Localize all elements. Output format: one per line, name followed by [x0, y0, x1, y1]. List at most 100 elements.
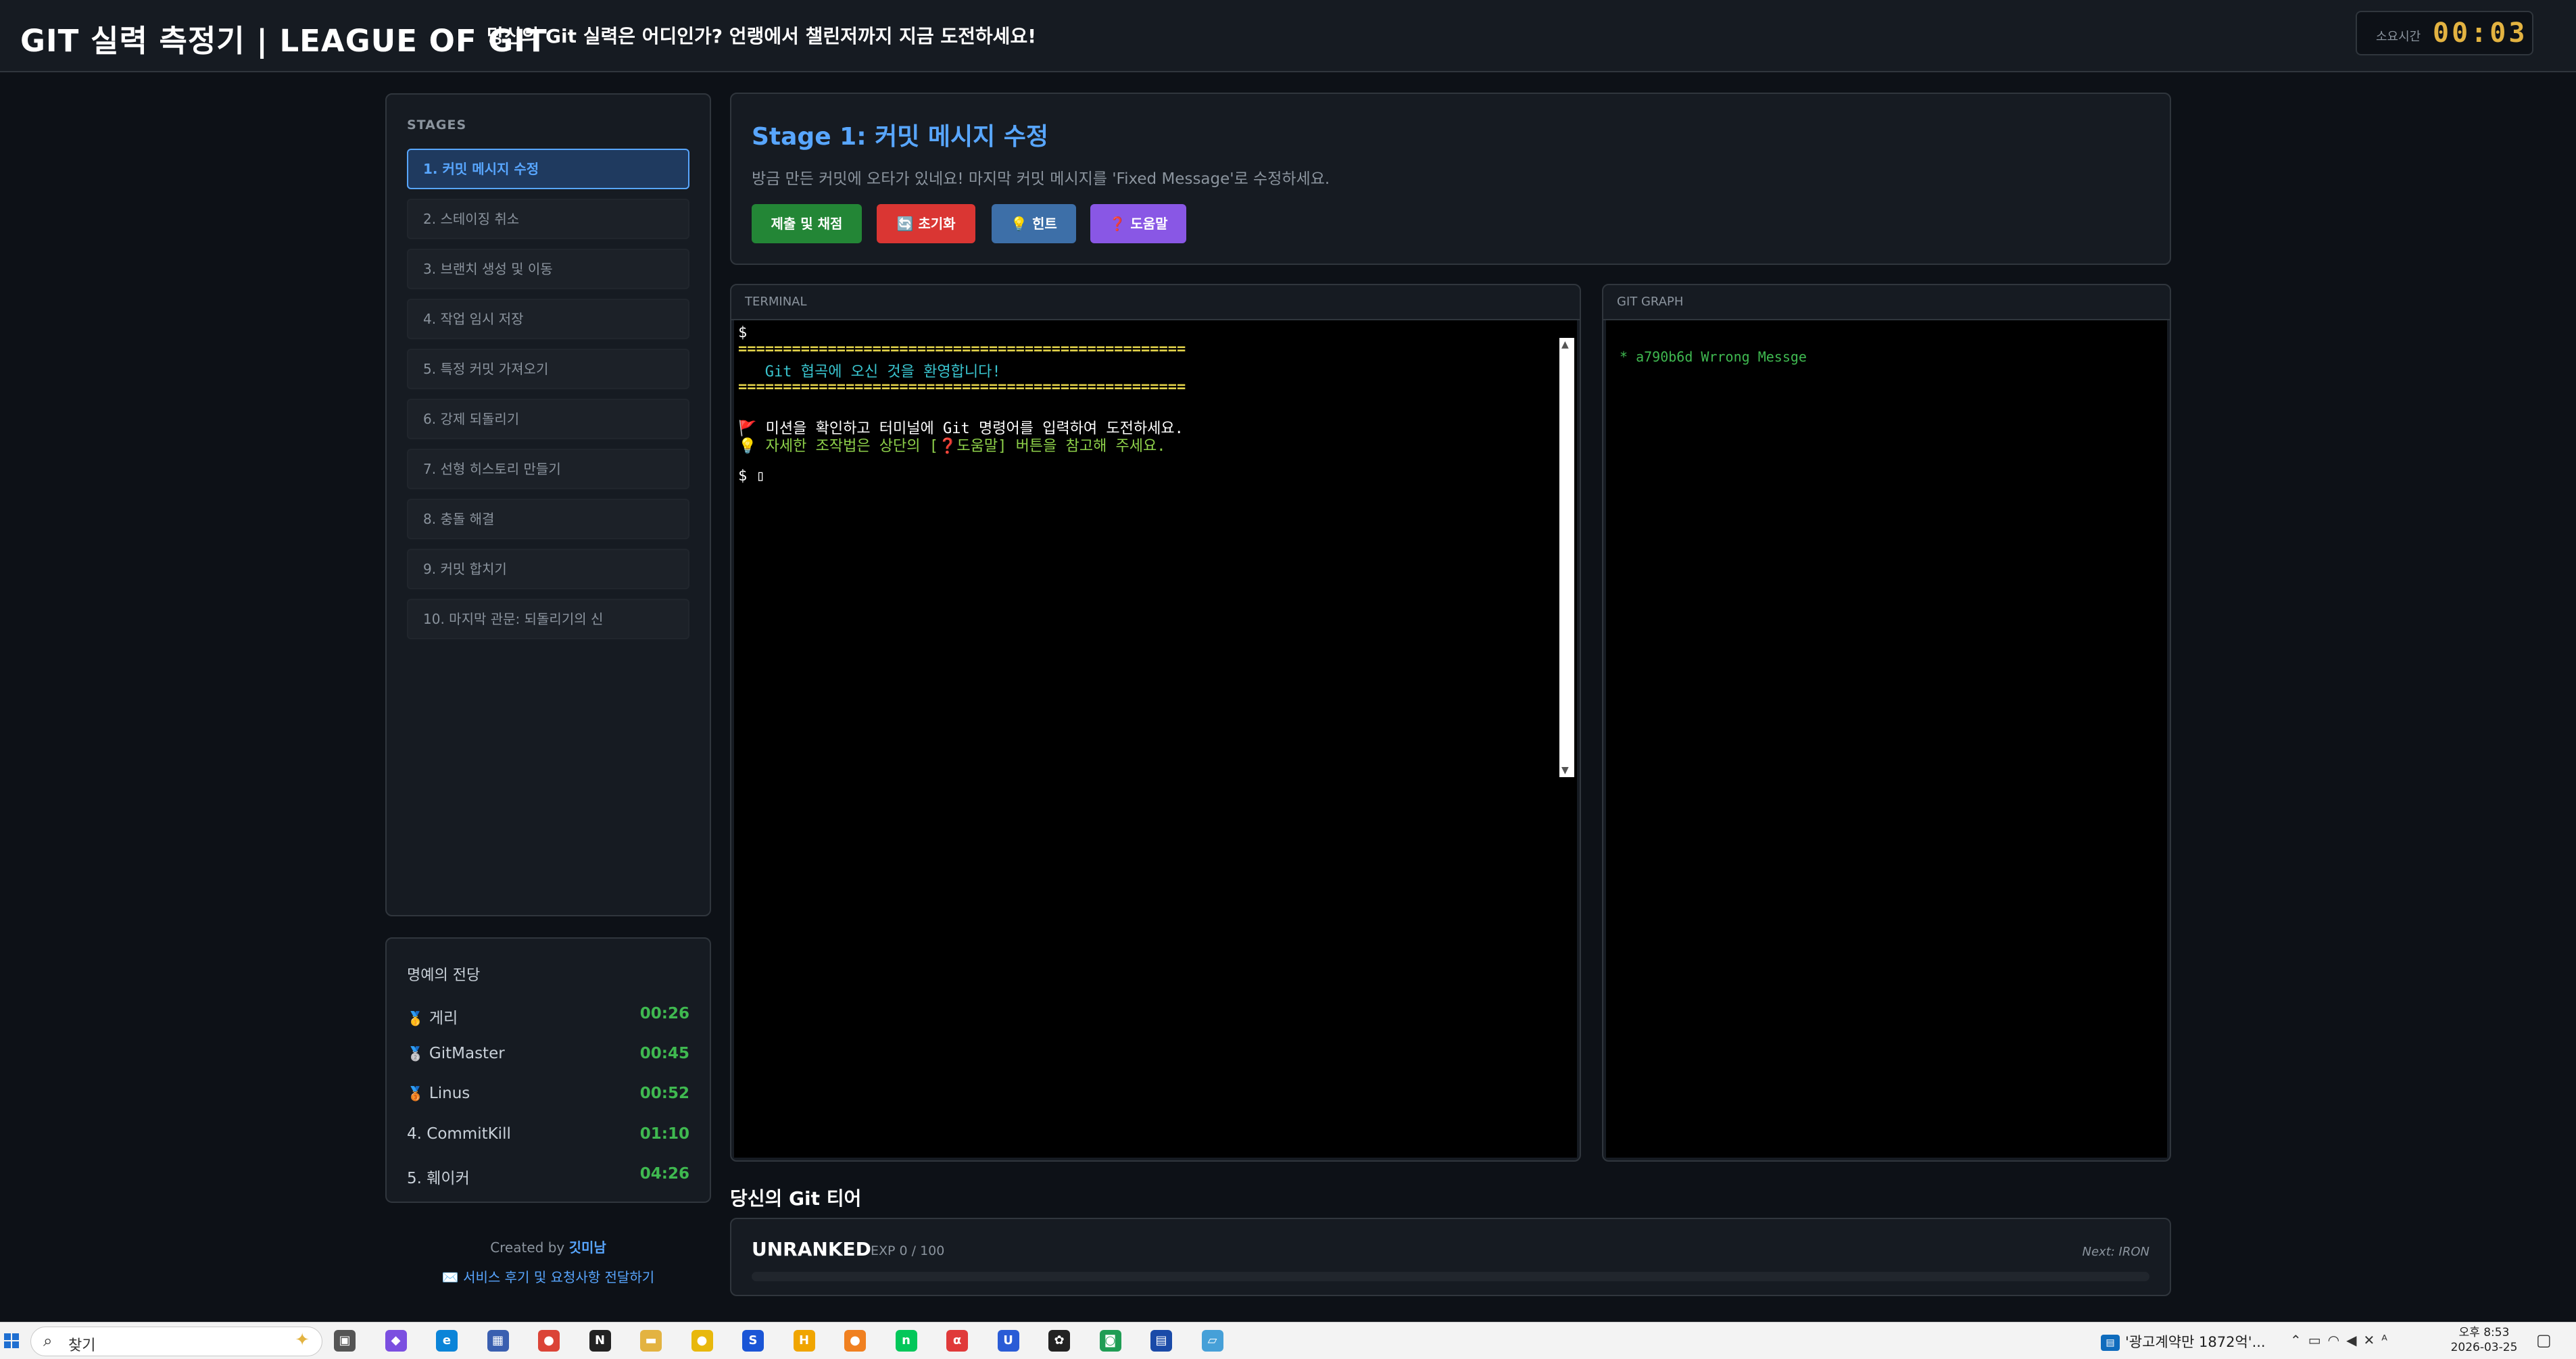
stage-item-4[interactable]: 4. 작업 임시 저장: [407, 299, 689, 339]
terminal-line: $: [738, 324, 748, 341]
u-app-icon[interactable]: U: [997, 1330, 1019, 1352]
mission-panel: Stage 1: 커밋 메시지 수정 방금 만든 커밋에 오타가 있네요! 마지…: [730, 93, 2171, 265]
app-tagline: 당신의 Git 실력은 어디인가? 언랭에서 챌린저까지 지금 도전하세요!: [487, 25, 1036, 47]
leaderboard-time: 01:10: [639, 1125, 689, 1143]
notepad-icon[interactable]: ▱: [1201, 1330, 1223, 1352]
next-tier: Next: IRON: [2082, 1245, 2149, 1259]
stage-description: 방금 만든 커밋에 오타가 있네요! 마지막 커밋 메시지를 'Fixed Me…: [752, 170, 1330, 188]
hint-button[interactable]: 💡 힌트: [992, 204, 1076, 243]
app-green-icon[interactable]: ◙: [1099, 1330, 1121, 1352]
copilot-icon[interactable]: ◆: [385, 1330, 407, 1352]
credit-prefix: Created by: [490, 1239, 565, 1256]
feedback-link[interactable]: ✉️ 서비스 후기 및 요청사항 전달하기: [385, 1266, 711, 1286]
terminal-screen[interactable]: $ ======================================…: [734, 320, 1577, 1158]
search-label: 찾기: [68, 1337, 96, 1354]
terminal-line: 💡 자세한 조작법은 상단의 [❓도움말] 버튼을 참고해 주세요.: [738, 438, 1166, 455]
edge-icon[interactable]: e: [436, 1330, 458, 1352]
terminal-label: TERMINAL: [731, 285, 1580, 320]
leaderboard-name: GitMaster: [429, 1045, 505, 1062]
chatgpt-icon[interactable]: ✿: [1048, 1330, 1070, 1352]
stage-item-8[interactable]: 8. 충돌 해결: [407, 499, 689, 539]
terminal-prompt[interactable]: $ ▯: [738, 468, 765, 485]
leaderboard-time: 00:45: [639, 1045, 689, 1062]
hall-of-fame-title: 명예의 전당: [407, 967, 481, 984]
leaderboard-time: 00:26: [639, 1005, 689, 1022]
exp-progress-bar: [752, 1272, 2149, 1281]
doc-app-icon[interactable]: ▤: [1150, 1330, 1172, 1352]
chrome-icon[interactable]: ●: [538, 1330, 560, 1352]
reset-button[interactable]: 🔄 초기화: [877, 204, 975, 243]
clock-time: 오후 8:53: [2458, 1326, 2510, 1339]
kakao-icon[interactable]: ●: [691, 1330, 713, 1352]
search-icon: ⌕: [43, 1331, 53, 1350]
git-graph-label: GIT GRAPH: [1603, 285, 2170, 320]
terminal-line: ========================================…: [738, 378, 1186, 395]
taskbar-search[interactable]: ⌕ 찾기 ✦: [30, 1327, 322, 1356]
leaderboard-row: 🥉 Linus 00:52: [407, 1085, 689, 1112]
scroll-down-icon[interactable]: ▼: [1561, 765, 1569, 776]
stage-item-5[interactable]: 5. 특정 커밋 가져오기: [407, 349, 689, 389]
leaderboard-name: 4. CommitKill: [407, 1125, 511, 1143]
calculator-icon[interactable]: ▦: [487, 1330, 509, 1352]
git-graph-screen: * a790b6d Wrrong Messge: [1606, 320, 2167, 1158]
app-title: GIT 실력 측정기 | LEAGUE OF GIT: [20, 23, 548, 59]
notion-icon[interactable]: N: [589, 1330, 611, 1352]
stage-item-3[interactable]: 3. 브랜치 생성 및 이동: [407, 249, 689, 289]
tier-rank: UNRANKED: [752, 1238, 871, 1260]
stages-title: STAGES: [407, 118, 467, 132]
timer-value: 00:03: [2433, 18, 2528, 49]
system-tray-icons[interactable]: ⌃▭◠◀✕ᴬ: [2290, 1332, 2394, 1348]
leaderboard-name: 게리: [429, 1010, 458, 1027]
credit-line: Created by 깃미남: [385, 1237, 711, 1256]
submit-button[interactable]: 제출 및 채점: [752, 204, 862, 243]
leaderboard-row: 🥇 게리 00:26: [407, 1005, 689, 1032]
windows-start-icon[interactable]: [4, 1333, 19, 1348]
gold-medal-icon: 🥇: [407, 1010, 424, 1027]
leaderboard-row: 🥈 GitMaster 00:45: [407, 1045, 689, 1072]
elapsed-timer: 소요시간 00:03: [2356, 11, 2533, 55]
leaderboard-row: 4. CommitKill 01:10: [407, 1125, 689, 1152]
scroll-up-icon[interactable]: ▲: [1561, 339, 1569, 350]
file-explorer-icon[interactable]: ▬: [640, 1330, 662, 1352]
stage-item-6[interactable]: 6. 강제 되돌리기: [407, 399, 689, 439]
top-bar: GIT 실력 측정기 | LEAGUE OF GIT 당신의 Git 실력은 어…: [0, 0, 2576, 72]
help-button[interactable]: ❓ 도움말: [1090, 204, 1186, 243]
leaderboard-time: 00:52: [639, 1085, 689, 1102]
news-icon: ▤: [2101, 1335, 2120, 1351]
silver-medal-icon: 🥈: [407, 1045, 424, 1062]
news-notification[interactable]: ▤ '광고계약만 1872억'...: [2101, 1331, 2266, 1352]
app-orange-icon[interactable]: ●: [844, 1330, 866, 1352]
naver-icon[interactable]: n: [895, 1330, 917, 1352]
leaderboard-name: Linus: [429, 1085, 470, 1102]
task-view-icon[interactable]: ▣: [334, 1330, 356, 1352]
tier-exp: EXP 0 / 100: [871, 1243, 945, 1258]
terminal-scrollbar[interactable]: ▲ ▼: [1559, 338, 1574, 777]
leaderboard-row: 5. 훼이커 04:26: [407, 1165, 689, 1192]
stage-item-2[interactable]: 2. 스테이징 취소: [407, 199, 689, 239]
alpha-icon[interactable]: α: [946, 1330, 968, 1352]
os-taskbar: ⌕ 찾기 ✦ ▣ ◆ e ▦ ● N ▬ ● S H ● n α U ✿ ◙ ▤ ▱ ▤ '광고계약만 1872억'…: [0, 1322, 2576, 1359]
stages-panel: STAGES 1. 커밋 메시지 수정 2. 스테이징 취소 3. 브랜치 생성…: [385, 93, 711, 916]
bronze-medal-icon: 🥉: [407, 1085, 424, 1102]
hwp-icon[interactable]: H: [793, 1330, 815, 1352]
sol-icon[interactable]: S: [742, 1330, 764, 1352]
terminal-panel: TERMINAL $ =============================…: [730, 284, 1581, 1162]
hall-of-fame-panel: 명예의 전당 🥇 게리 00:26 🥈 GitMaster 00:45 🥉 Linus…: [385, 937, 711, 1203]
clock-date: 2026-03-25: [2450, 1341, 2518, 1354]
terminal-line: ========================================…: [738, 341, 1186, 357]
stage-item-7[interactable]: 7. 선형 히스토리 만들기: [407, 449, 689, 489]
leaderboard-name: 5. 훼이커: [407, 1170, 470, 1187]
stage-item-9[interactable]: 9. 커밋 합치기: [407, 549, 689, 589]
taskbar-clock[interactable]: 오후 8:53 2026-03-25: [2440, 1325, 2528, 1355]
leaderboard-time: 04:26: [639, 1165, 689, 1183]
sparkle-icon: ✦: [295, 1330, 310, 1350]
tier-panel: UNRANKED EXP 0 / 100 Next: IRON: [730, 1218, 2171, 1296]
timer-label: 소요시간: [2376, 30, 2421, 44]
stage-item-10[interactable]: 10. 마지막 관문: 되돌리기의 신: [407, 599, 689, 639]
author-link[interactable]: 깃미남: [569, 1239, 606, 1256]
notification-center-icon[interactable]: ▢: [2536, 1331, 2552, 1350]
stage-item-1[interactable]: 1. 커밋 메시지 수정: [407, 149, 689, 189]
stage-title: Stage 1: 커밋 메시지 수정: [752, 123, 1049, 151]
git-graph-panel: GIT GRAPH * a790b6d Wrrong Messge: [1602, 284, 2171, 1162]
tier-section-title: 당신의 Git 티어: [730, 1187, 862, 1210]
